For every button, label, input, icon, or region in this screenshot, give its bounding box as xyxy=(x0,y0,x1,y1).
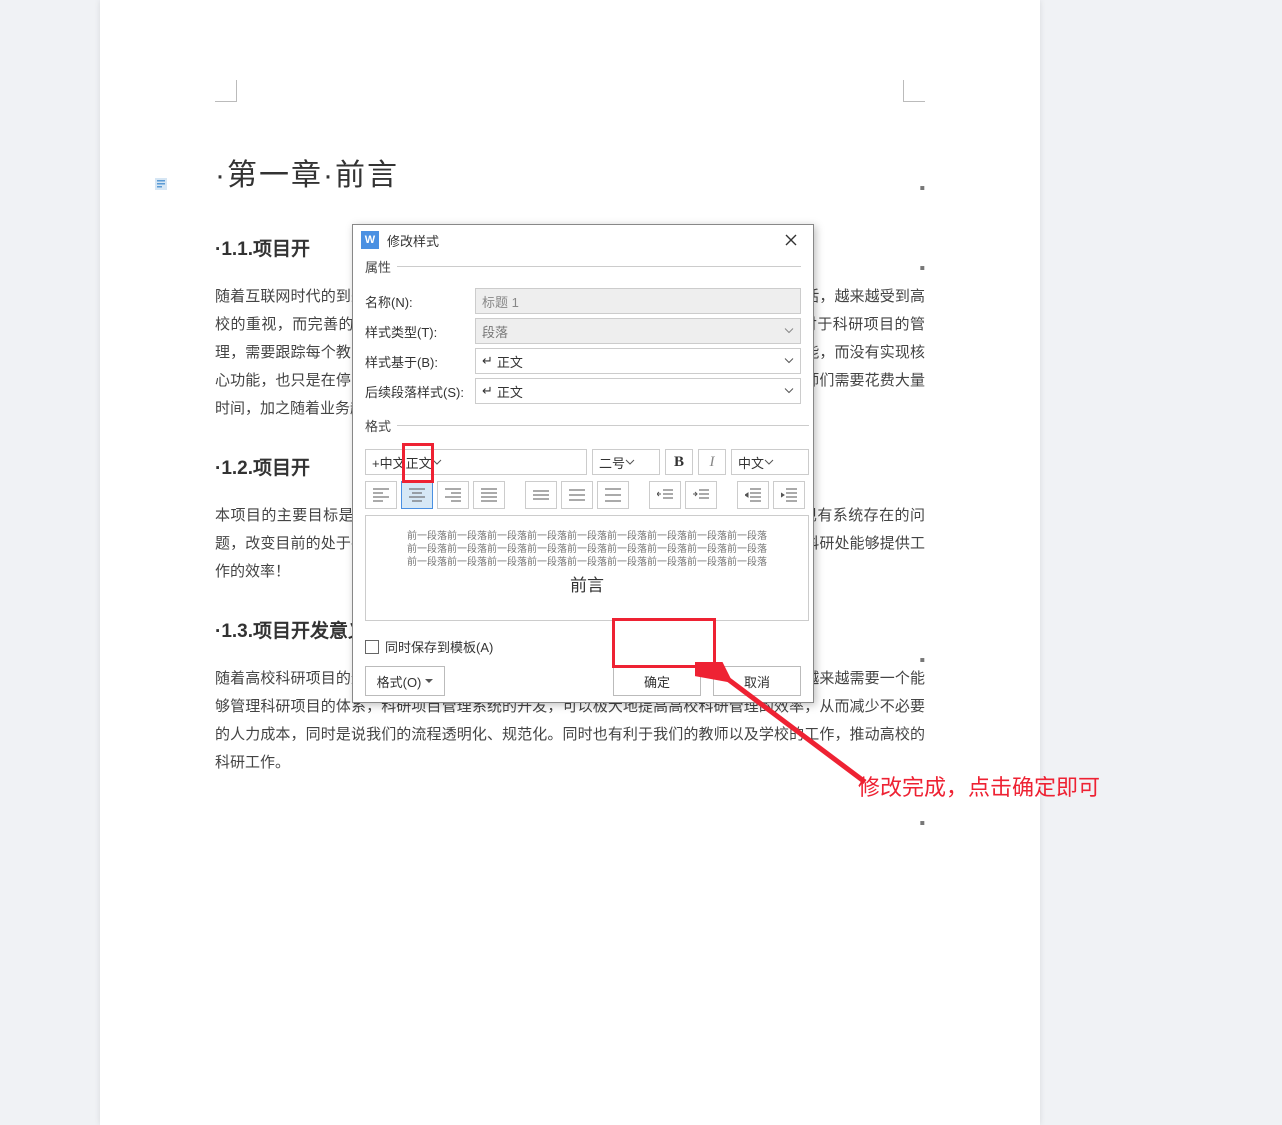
format-dropdown-button[interactable]: 格式(O) xyxy=(365,666,445,696)
chapter-heading[interactable]: ·第一章·前言 xyxy=(215,150,925,194)
language-select[interactable]: 中文 xyxy=(731,449,809,475)
based-on-select[interactable]: ↵正文 xyxy=(475,348,801,374)
annotation-arrow xyxy=(695,662,885,802)
line-spacing-normal-button[interactable] xyxy=(561,481,593,509)
close-icon xyxy=(785,234,797,246)
page-corner-tl xyxy=(215,80,237,102)
line-spacing-loose-button[interactable] xyxy=(597,481,629,509)
align-center-icon xyxy=(409,488,425,502)
save-to-template-label: 同时保存到模板(A) xyxy=(385,637,493,656)
properties-group: 属性 名称(N): 标题 1 样式类型(T): 段落 样式基于(B): ↵正文 … xyxy=(365,257,801,412)
align-center-button[interactable] xyxy=(401,481,433,509)
align-right-button[interactable] xyxy=(437,481,469,509)
chevron-down-icon xyxy=(784,354,794,369)
line-spacing-icon xyxy=(569,488,585,502)
line-spacing-tight-button[interactable] xyxy=(525,481,557,509)
paragraph-mark: ▪ xyxy=(919,260,925,278)
close-button[interactable] xyxy=(777,229,805,251)
line-spacing-icon xyxy=(533,488,549,502)
align-right-icon xyxy=(445,488,461,502)
annotation-text: 修改完成，点击确定即可 xyxy=(858,770,1100,802)
annotation-highlight-align xyxy=(402,443,434,483)
paragraph-mark: ▪ xyxy=(919,652,925,670)
style-type-label: 样式类型(T): xyxy=(365,322,475,341)
paragraph-mark: ▪ xyxy=(919,815,925,833)
style-type-select: 段落 xyxy=(475,318,801,344)
italic-button[interactable]: I xyxy=(698,449,726,475)
font-size-select[interactable]: 二号 xyxy=(592,449,660,475)
save-to-template-checkbox[interactable] xyxy=(365,640,379,654)
paragraph-mark: ▪ xyxy=(919,180,925,198)
line-spacing-icon xyxy=(605,488,621,502)
indent-decrease-para-button[interactable] xyxy=(649,481,681,509)
font-select[interactable]: +中文正文 xyxy=(365,449,587,475)
next-style-select[interactable]: ↵正文 xyxy=(475,378,801,404)
dialog-titlebar[interactable]: W 修改样式 xyxy=(353,225,813,255)
next-style-label: 后续段落样式(S): xyxy=(365,382,475,401)
align-left-button[interactable] xyxy=(365,481,397,509)
based-on-label: 样式基于(B): xyxy=(365,352,475,371)
indent-increase-para-button[interactable] xyxy=(685,481,717,509)
dialog-title: 修改样式 xyxy=(387,231,439,250)
annotation-highlight-ok xyxy=(612,618,716,668)
decrease-indent-icon xyxy=(745,488,761,502)
align-justify-button[interactable] xyxy=(473,481,505,509)
increase-indent-icon xyxy=(781,488,797,502)
decrease-indent-button[interactable] xyxy=(737,481,769,509)
bold-button[interactable]: B xyxy=(665,449,693,475)
style-preview: 前一段落前一段落前一段落前一段落前一段落前一段落前一段落前一段落前一段落 前一段… xyxy=(365,515,809,621)
outline-marker xyxy=(155,178,185,195)
app-icon: W xyxy=(361,231,379,249)
align-left-icon xyxy=(373,488,389,502)
indent-increase-icon xyxy=(693,488,709,502)
name-input[interactable]: 标题 1 xyxy=(475,288,801,314)
page-corner-tr xyxy=(903,80,925,102)
increase-indent-button[interactable] xyxy=(773,481,805,509)
chevron-down-icon xyxy=(784,384,794,399)
ok-button[interactable]: 确定 xyxy=(613,666,701,696)
format-legend: 格式 xyxy=(365,416,397,435)
align-justify-icon xyxy=(481,488,497,502)
indent-decrease-icon xyxy=(657,488,673,502)
name-label: 名称(N): xyxy=(365,292,475,311)
properties-legend: 属性 xyxy=(365,257,397,276)
chevron-down-icon xyxy=(784,324,794,339)
chevron-down-icon xyxy=(425,677,433,685)
